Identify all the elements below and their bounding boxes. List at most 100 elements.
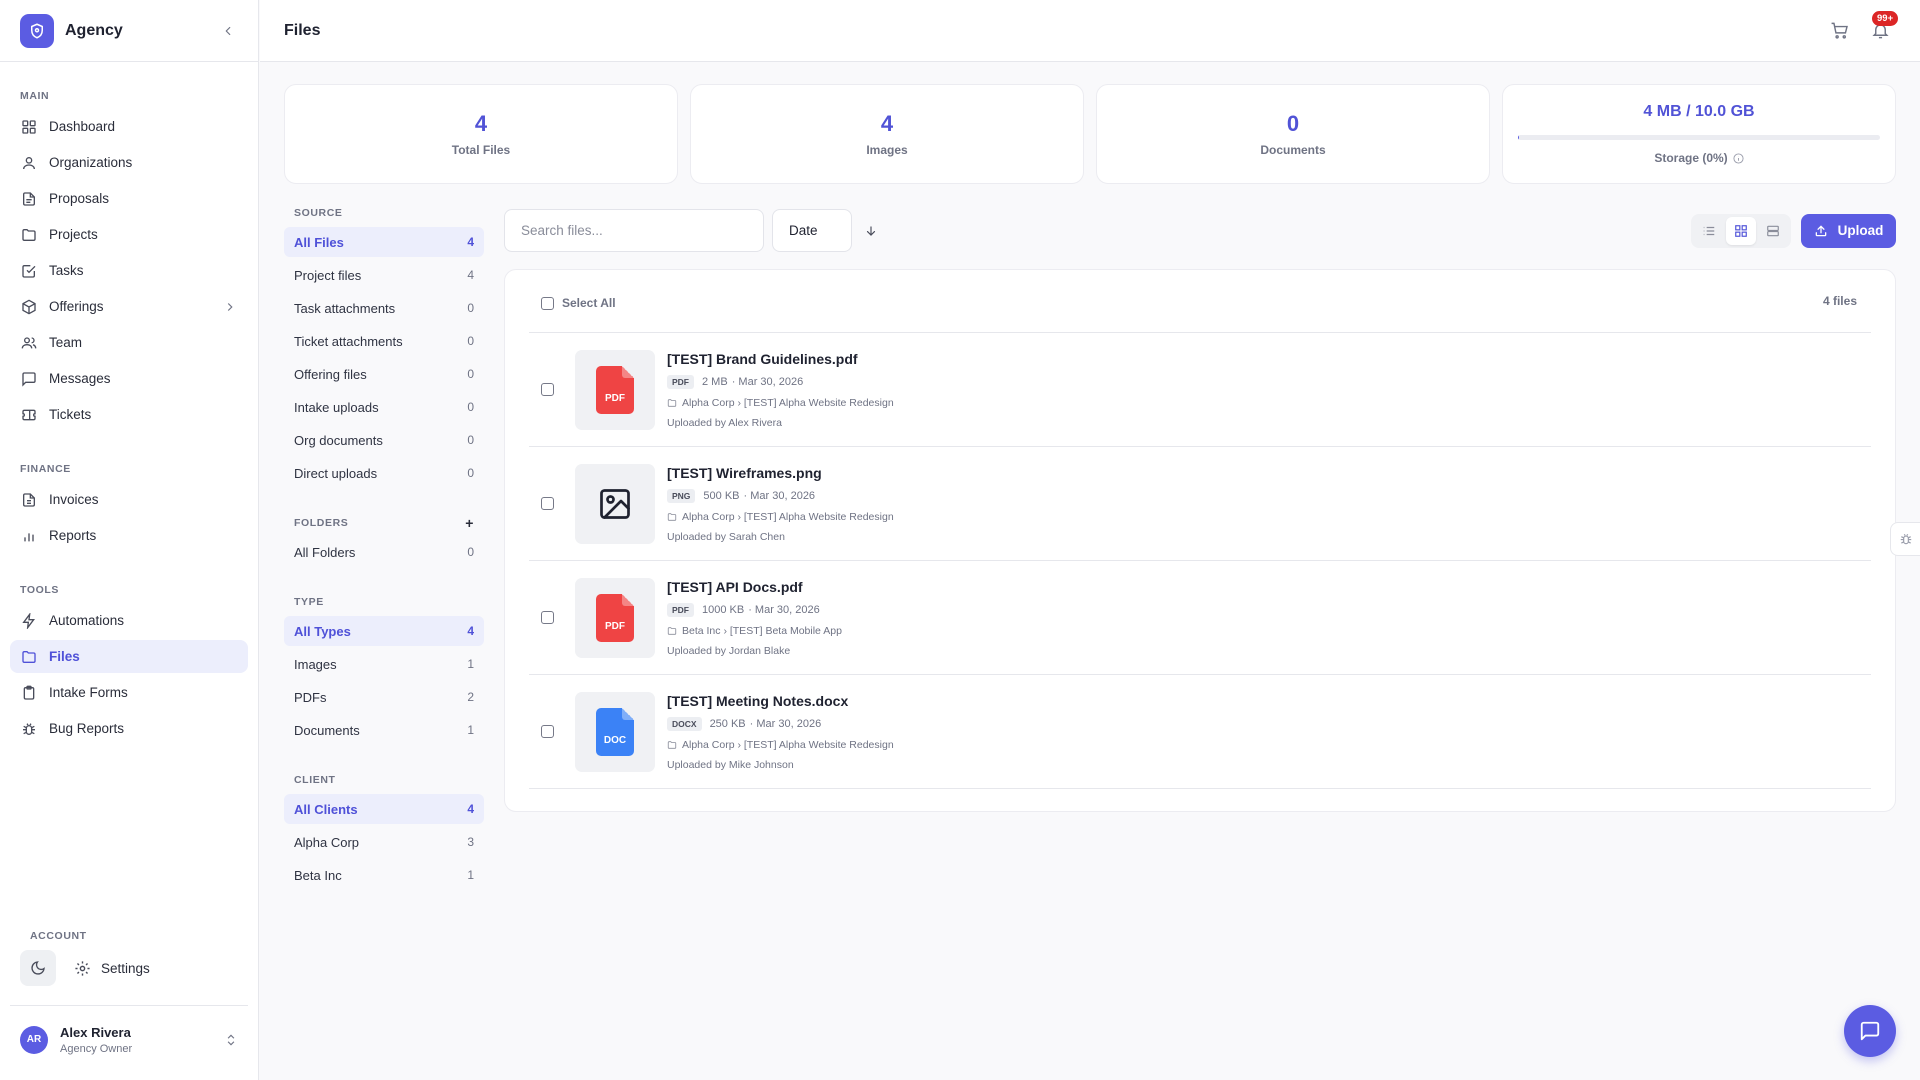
filter-source-direct-uploads[interactable]: Direct uploads 0 xyxy=(284,458,484,488)
sidebar-item-tasks[interactable]: Tasks xyxy=(10,254,248,287)
file-row[interactable]: PDF [TEST] Brand Guidelines.pdf PDF 2 MB… xyxy=(529,333,1871,447)
file-uploader: Uploaded by Alex Rivera xyxy=(667,416,782,429)
filter-item-count: 0 xyxy=(467,433,474,447)
file-type-badge: PDF xyxy=(667,374,694,389)
notifications-button[interactable]: 99+ xyxy=(1871,11,1899,40)
file-thumbnail[interactable] xyxy=(575,463,655,544)
sidebar-item-label: Proposals xyxy=(49,191,110,206)
box-icon xyxy=(22,299,36,314)
file-date: · Mar 30, 2026 xyxy=(743,489,816,502)
filter-item-count: 1 xyxy=(467,868,474,882)
filter-client-all-clients[interactable]: All Clients 4 xyxy=(284,794,484,824)
filter-item-label: All Clients xyxy=(294,801,358,817)
filter-type-images[interactable]: Images 1 xyxy=(284,649,484,679)
folder-icon xyxy=(667,626,677,635)
sidebar-item-files[interactable]: Files xyxy=(10,640,248,673)
file-checkbox[interactable] xyxy=(541,383,554,396)
upload-button[interactable]: Upload xyxy=(1801,213,1896,248)
sidebar-item-projects[interactable]: Projects xyxy=(10,218,248,251)
file-checkbox[interactable] xyxy=(541,497,554,510)
sidebar-item-proposals[interactable]: Proposals xyxy=(10,182,248,215)
file-row[interactable]: [TEST] Wireframes.png PNG 500 KB · Mar 3… xyxy=(529,447,1871,561)
filter-source-all-files[interactable]: All Files 4 xyxy=(284,227,484,257)
sidebar-item-label: Messages xyxy=(49,371,111,386)
filter-source-ticket-attachments[interactable]: Ticket attachments 0 xyxy=(284,326,484,356)
filter-type-documents[interactable]: Documents 1 xyxy=(284,715,484,745)
file-name[interactable]: [TEST] Meeting Notes.docx xyxy=(667,693,894,709)
filter-type-pdfs[interactable]: PDFs 2 xyxy=(284,682,484,712)
user-info: Alex Rivera Agency Owner xyxy=(60,1025,132,1055)
chat-button[interactable] xyxy=(1844,1005,1896,1057)
chevron-left-icon xyxy=(225,26,231,35)
bug-icon xyxy=(23,722,35,735)
add-folder-button[interactable]: + xyxy=(465,515,474,531)
filter-item-count: 2 xyxy=(467,690,474,704)
file-checkbox[interactable] xyxy=(541,725,554,738)
file-name[interactable]: [TEST] Brand Guidelines.pdf xyxy=(667,351,894,367)
settings-link[interactable]: Settings xyxy=(74,960,150,977)
sidebar-item-team[interactable]: Team xyxy=(10,326,248,359)
sidebar-item-organizations[interactable]: Organizations xyxy=(10,146,248,179)
file-thumbnail[interactable]: PDF xyxy=(575,349,655,430)
filter-source-org-documents[interactable]: Org documents 0 xyxy=(284,425,484,455)
chevron-up-down-icon xyxy=(227,1034,235,1045)
file-meta: PDF 1000 KB · Mar 30, 2026 xyxy=(667,602,842,617)
file-filters: SOURCE All Files 4 Project files 4 Task at… xyxy=(284,205,484,893)
sidebar-item-reports[interactable]: Reports xyxy=(10,519,248,552)
document-icon xyxy=(23,191,35,206)
file-row[interactable]: PDF [TEST] API Docs.pdf PDF 1000 KB · Ma… xyxy=(529,561,1871,675)
info-icon[interactable] xyxy=(1733,152,1744,164)
notification-badge: 99+ xyxy=(1872,11,1899,26)
file-row[interactable]: DOC [TEST] Meeting Notes.docx DOCX 250 K… xyxy=(529,675,1871,789)
sidebar-item-bug-reports[interactable]: Bug Reports xyxy=(10,712,248,745)
filter-client-alpha-corp[interactable]: Alpha Corp 3 xyxy=(284,827,484,857)
sort-select[interactable]: Date xyxy=(772,209,852,252)
stat-value: 4 xyxy=(880,111,894,136)
team-icon xyxy=(21,336,37,348)
files-toolbar: Date Upload xyxy=(504,209,1896,252)
sidebar-item-offerings[interactable]: Offerings xyxy=(10,290,248,323)
upload-label: Upload xyxy=(1837,223,1884,238)
bug-report-side-tab[interactable] xyxy=(1890,522,1920,556)
collapse-sidebar-button[interactable] xyxy=(218,21,238,41)
cart-button[interactable] xyxy=(1830,21,1849,40)
filter-source-task-attachments[interactable]: Task attachments 0 xyxy=(284,293,484,323)
file-thumbnail[interactable]: PDF xyxy=(575,577,655,658)
sidebar-item-messages[interactable]: Messages xyxy=(10,362,248,395)
sidebar-item-label: Team xyxy=(49,335,83,350)
filter-item-label: All Types xyxy=(294,623,351,639)
filter-source-project-files[interactable]: Project files 4 xyxy=(284,260,484,290)
sort-select-value: Date xyxy=(789,223,818,238)
theme-toggle-button[interactable] xyxy=(20,950,56,986)
sidebar-item-automations[interactable]: Automations xyxy=(10,604,248,637)
sidebar: Agency MAIN Dashboard Organizations Prop… xyxy=(0,0,259,1080)
filter-client-beta-inc[interactable]: Beta Inc 1 xyxy=(284,860,484,890)
filter-source-offering-files[interactable]: Offering files 0 xyxy=(284,359,484,389)
clipboard-icon xyxy=(23,685,35,700)
file-meta: PNG 500 KB · Mar 30, 2026 xyxy=(667,488,894,503)
view-rows-button[interactable] xyxy=(1758,217,1788,245)
view-grid-button[interactable] xyxy=(1726,216,1756,245)
sidebar-item-tickets[interactable]: Tickets xyxy=(10,398,248,431)
select-all-checkbox[interactable] xyxy=(541,296,554,310)
filter-item-count: 1 xyxy=(467,723,474,737)
view-list-button[interactable] xyxy=(1694,217,1724,245)
file-checkbox[interactable] xyxy=(541,611,554,624)
sidebar-item-intake-forms[interactable]: Intake Forms xyxy=(10,676,248,709)
user-menu[interactable]: AR Alex Rivera Agency Owner xyxy=(10,1005,248,1073)
filter-item-count: 4 xyxy=(467,235,474,249)
file-name[interactable]: [TEST] Wireframes.png xyxy=(667,465,894,481)
file-type-badge: PNG xyxy=(667,488,696,503)
filter-label-client: CLIENT xyxy=(294,774,336,786)
stat-documents: 0 Documents xyxy=(1096,84,1490,184)
filter-source-intake-uploads[interactable]: Intake uploads 0 xyxy=(284,392,484,422)
sort-direction-button[interactable] xyxy=(864,224,878,238)
sidebar-item-dashboard[interactable]: Dashboard xyxy=(10,110,248,143)
sidebar-item-invoices[interactable]: Invoices xyxy=(10,483,248,516)
filter-type-all-types[interactable]: All Types 4 xyxy=(284,616,484,646)
file-name[interactable]: [TEST] API Docs.pdf xyxy=(667,579,842,595)
filter-folder-all-folders[interactable]: All Folders 0 xyxy=(284,537,484,567)
search-input[interactable] xyxy=(504,209,764,252)
select-all[interactable]: Select All xyxy=(541,296,616,310)
file-thumbnail[interactable]: DOC xyxy=(575,691,655,772)
